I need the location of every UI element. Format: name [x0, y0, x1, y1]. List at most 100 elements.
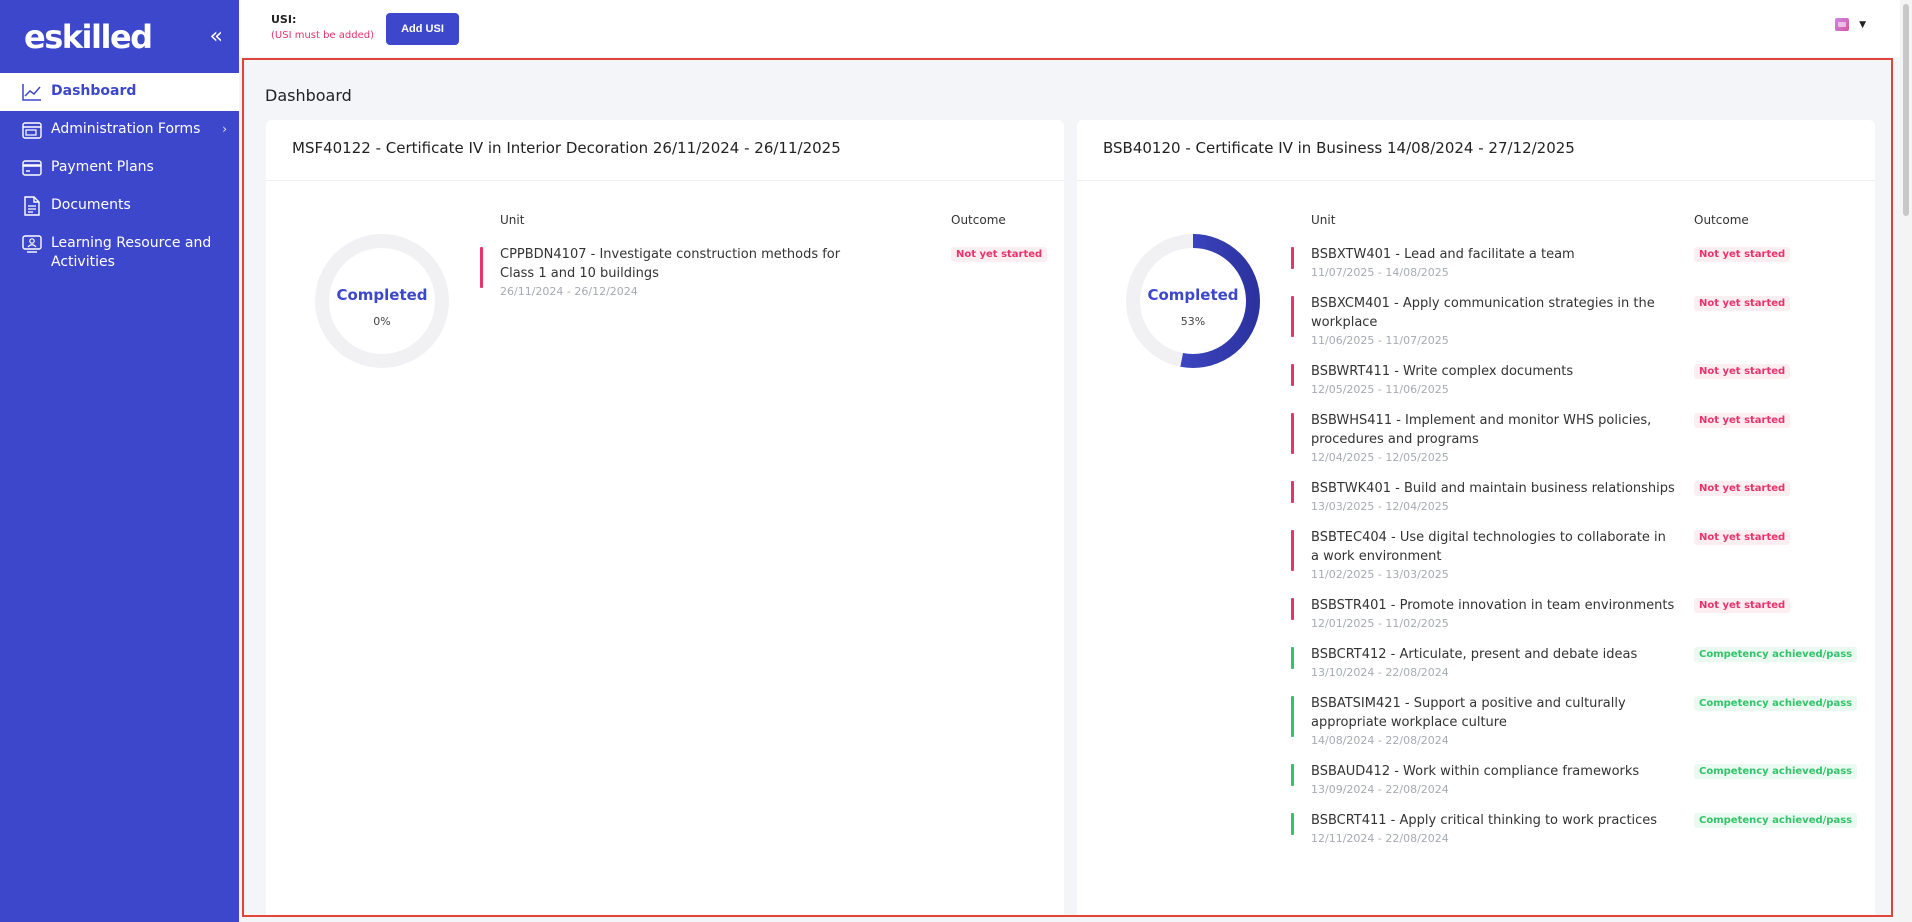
credit-card-icon [21, 158, 43, 178]
page-title: Dashboard [265, 86, 352, 105]
status-indicator-bar [480, 247, 483, 288]
unit-name: BSBWHS411 - Implement and monitor WHS po… [1311, 413, 1652, 447]
unit-name: BSBTWK401 - Build and maintain business … [1311, 481, 1675, 496]
unit-row[interactable]: BSBWRT411 - Write complex documents 12/05… [1291, 362, 1861, 398]
sidebar-item-label: Dashboard [51, 83, 137, 99]
status-indicator-bar [1291, 364, 1294, 386]
unit-dates: 26/11/2024 - 26/12/2024 [500, 285, 638, 298]
unit-dates: 12/05/2025 - 11/06/2025 [1311, 383, 1449, 396]
eskilled-logo[interactable]: eskilled [24, 18, 153, 56]
outcome-badge: Not yet started [1694, 296, 1791, 311]
unit-row[interactable]: BSBTWK401 - Build and maintain business … [1291, 479, 1861, 515]
outcome-badge: Not yet started [1694, 413, 1791, 428]
unit-dates: 13/10/2024 - 22/08/2024 [1311, 666, 1449, 679]
sidebar-item-label: Documents [51, 197, 131, 213]
add-usi-button[interactable]: Add USI [386, 13, 459, 45]
unit-row[interactable]: BSBATSIM421 - Support a positive and cul… [1291, 694, 1861, 749]
unit-row[interactable]: BSBCRT412 - Articulate, present and deba… [1291, 645, 1861, 681]
donut-percent: 53% [1180, 315, 1206, 328]
collapse-sidebar-icon[interactable]: « [210, 25, 223, 48]
outcome-column-header: Outcome [951, 213, 1006, 227]
outcome-column-header: Outcome [1694, 213, 1749, 227]
unit-dates: 11/07/2025 - 14/08/2025 [1311, 266, 1449, 279]
outcome-badge: Not yet started [951, 247, 1048, 262]
status-indicator-bar [1291, 647, 1294, 669]
usi-label: USI: [271, 13, 297, 26]
unit-dates: 12/04/2025 - 12/05/2025 [1311, 451, 1449, 464]
course-card: BSB40120 - Certificate IV in Business 14… [1077, 120, 1875, 915]
outcome-badge: Competency achieved/pass [1694, 647, 1858, 662]
unit-dates: 11/06/2025 - 11/07/2025 [1311, 334, 1449, 347]
donut-percent: 0% [373, 315, 391, 328]
page-scrollbar[interactable] [1900, 0, 1912, 922]
unit-name: BSBTEC404 - Use digital technologies to … [1311, 530, 1666, 564]
completion-donut: Completed 53% [1125, 233, 1261, 369]
status-indicator-bar [1291, 813, 1294, 835]
outcome-badge: Not yet started [1694, 530, 1791, 545]
status-indicator-bar [1291, 696, 1294, 737]
unit-row[interactable]: BSBWHS411 - Implement and monitor WHS po… [1291, 411, 1861, 466]
unit-dates: 13/09/2024 - 22/08/2024 [1311, 783, 1449, 796]
sidebar: eskilled « Dashboard Administration Form… [0, 0, 239, 922]
usi-block: USI: (USI must be added) [271, 13, 374, 41]
unit-column-header: Unit [1311, 213, 1336, 227]
outcome-badge: Not yet started [1694, 247, 1791, 262]
unit-row[interactable]: BSBXTW401 - Lead and facilitate a team 11… [1291, 245, 1861, 281]
avatar [1835, 18, 1850, 31]
unit-row[interactable]: BSBCRT411 - Apply critical thinking to w… [1291, 811, 1861, 847]
profile-menu[interactable]: ▼ [1835, 18, 1866, 31]
unit-name: CPPBDN4107 - Investigate construction me… [500, 247, 841, 281]
presentation-icon [21, 234, 43, 254]
unit-name: BSBCRT412 - Articulate, present and deba… [1311, 647, 1638, 662]
outcome-badge: Competency achieved/pass [1694, 764, 1858, 779]
topbar: USI: (USI must be added) Add USI ▼ [239, 0, 1912, 57]
course-card: MSF40122 - Certificate IV in Interior De… [266, 120, 1064, 915]
sidebar-item-label: Administration Forms [51, 121, 201, 137]
unit-name: BSBWRT411 - Write complex documents [1311, 364, 1574, 379]
sidebar-item-administration-forms[interactable]: Administration Forms › [0, 111, 239, 149]
sidebar-item-dashboard[interactable]: Dashboard [0, 73, 239, 111]
course-title: BSB40120 - Certificate IV in Business 14… [1077, 120, 1875, 181]
outcome-badge: Not yet started [1694, 481, 1791, 496]
unit-dates: 12/11/2024 - 22/08/2024 [1311, 832, 1449, 845]
logo-row: eskilled « [0, 0, 239, 73]
unit-dates: 13/03/2025 - 12/04/2025 [1311, 500, 1449, 513]
outcome-badge: Competency achieved/pass [1694, 696, 1858, 711]
sidebar-item-label: Payment Plans [51, 159, 154, 175]
caret-down-icon: ▼ [1859, 19, 1866, 30]
status-indicator-bar [1291, 413, 1294, 454]
sidebar-item-payment-plans[interactable]: Payment Plans [0, 149, 239, 187]
donut-label: Completed [336, 286, 428, 304]
outcome-badge: Not yet started [1694, 598, 1791, 613]
unit-row[interactable]: BSBSTR401 - Promote innovation in team e… [1291, 596, 1861, 632]
outcome-badge: Competency achieved/pass [1694, 813, 1858, 828]
unit-list: CPPBDN4107 - Investigate construction me… [480, 245, 1060, 313]
browser-icon [21, 120, 43, 140]
usi-warning: (USI must be added) [271, 30, 374, 41]
status-indicator-bar [1291, 296, 1294, 337]
document-icon [21, 196, 43, 216]
unit-row[interactable]: BSBTEC404 - Use digital technologies to … [1291, 528, 1861, 583]
unit-row[interactable]: CPPBDN4107 - Investigate construction me… [480, 245, 1060, 300]
unit-row[interactable]: BSBXCM401 - Apply communication strategi… [1291, 294, 1861, 349]
unit-dates: 11/02/2025 - 13/03/2025 [1311, 568, 1449, 581]
status-indicator-bar [1291, 598, 1294, 620]
sidebar-item-documents[interactable]: Documents [0, 187, 239, 225]
course-title: MSF40122 - Certificate IV in Interior De… [266, 120, 1064, 181]
unit-name: BSBXTW401 - Lead and facilitate a team [1311, 247, 1575, 262]
unit-name: BSBCRT411 - Apply critical thinking to w… [1311, 813, 1658, 828]
unit-name: BSBXCM401 - Apply communication strategi… [1311, 296, 1655, 330]
unit-dates: 14/08/2024 - 22/08/2024 [1311, 734, 1449, 747]
chart-line-icon [21, 82, 43, 102]
unit-column-header: Unit [500, 213, 525, 227]
outcome-badge: Not yet started [1694, 364, 1791, 379]
unit-dates: 12/01/2025 - 11/02/2025 [1311, 617, 1449, 630]
unit-row[interactable]: BSBAUD412 - Work within compliance frame… [1291, 762, 1861, 798]
status-indicator-bar [1291, 530, 1294, 571]
status-indicator-bar [1291, 481, 1294, 503]
scrollbar-thumb[interactable] [1903, 4, 1909, 216]
status-indicator-bar [1291, 764, 1294, 786]
unit-name: BSBAUD412 - Work within compliance frame… [1311, 764, 1640, 779]
sidebar-item-learning-resources[interactable]: Learning Resource and Activities [0, 225, 239, 281]
status-indicator-bar [1291, 247, 1294, 269]
